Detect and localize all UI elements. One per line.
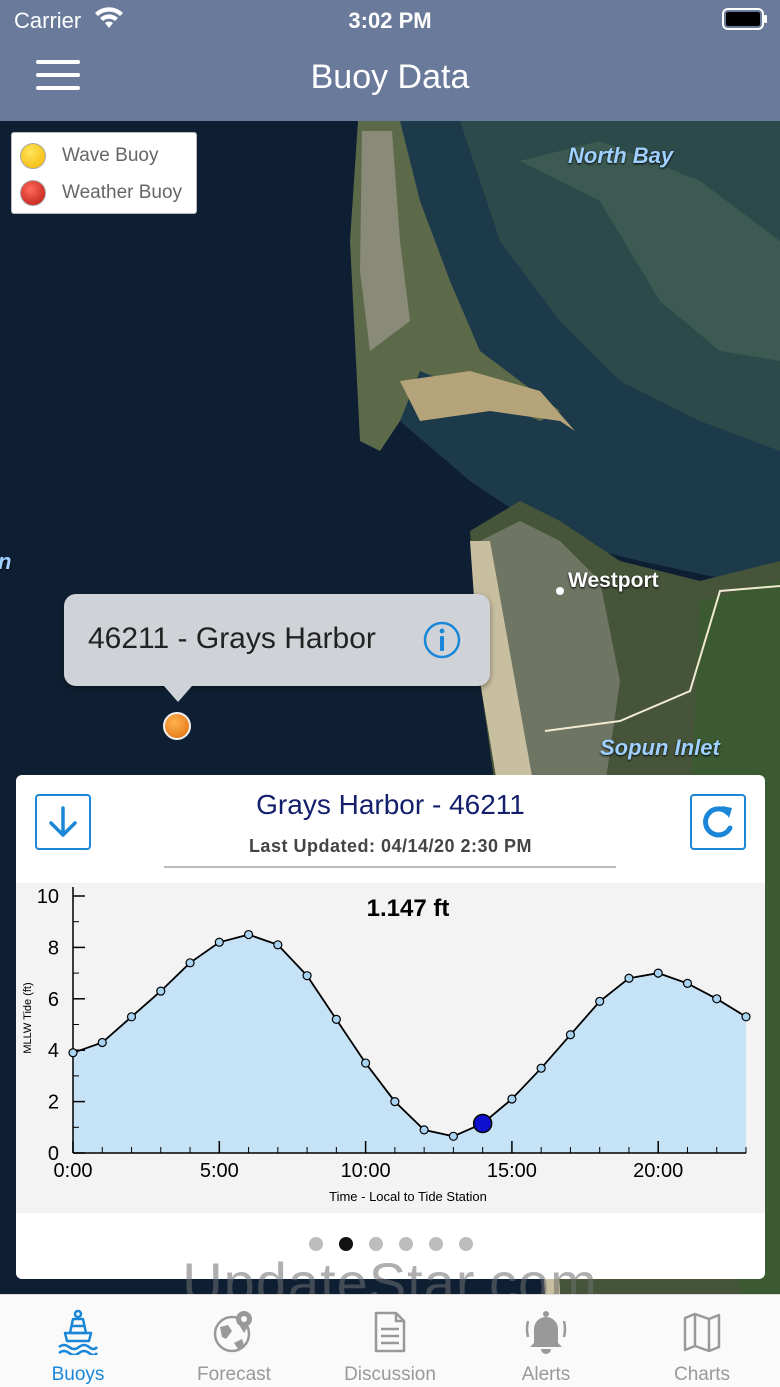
tab-forecast[interactable]: Forecast [156,1295,312,1387]
map-label-north-bay: North Bay [568,143,674,168]
tab-bar: Buoys Forecast Discussion Alerts Charts [0,1294,780,1387]
tide-point [565,1030,576,1040]
battery-icon [722,8,767,30]
tide-point [712,994,722,1004]
page-indicator[interactable] [16,1237,765,1251]
legend-label: Wave Buoy [62,145,159,166]
y-tick-label: 4 [48,1040,59,1062]
tide-chart: 0246810 0:00 5:00 10:00 15:00 20:00 1.147 ft… [16,883,765,1213]
x-tick-label: 5:00 [200,1160,239,1182]
tab-label: Alerts [521,1364,571,1385]
y-tick-label: 8 [48,937,59,959]
map-label-sopun-inlet: Sopun Inlet [600,735,720,760]
tide-point [361,1058,371,1068]
tab-label: Buoys [51,1364,105,1385]
page-dot[interactable] [398,1237,413,1251]
y-tick-label: 6 [48,989,59,1011]
tide-point [273,940,283,950]
page-dot[interactable] [458,1237,473,1251]
x-tick-label: 0:00 [54,1160,93,1182]
refresh-icon [703,806,733,838]
tab-alerts[interactable]: Alerts [468,1295,624,1387]
y-axis-label: MLLW Tide (ft) [22,982,34,1053]
globe-pin-icon [213,1311,252,1353]
tide-point [419,1125,429,1135]
callout-title: 46211 - Grays Harbor [88,622,376,655]
y-tick-label: 10 [37,886,59,908]
weather-buoy-marker-icon [20,180,46,206]
tab-discussion[interactable]: Discussion [312,1295,468,1387]
tide-point [390,1097,400,1107]
map-label-westport: Westport [568,569,659,592]
card-title: Grays Harbor - 46211 [256,789,525,820]
x-tick-label: 10:00 [341,1160,391,1182]
tide-point [507,1094,517,1104]
tab-buoys[interactable]: Buoys [0,1295,156,1387]
tide-point [126,1012,137,1022]
tide-point [536,1063,546,1073]
page-dot[interactable] [338,1237,353,1251]
legend-label: Weather Buoy [62,182,183,203]
current-tide-point [472,1113,493,1134]
page-dot[interactable] [428,1237,443,1251]
buoy-marker-46211[interactable] [163,712,191,740]
page-dot[interactable] [368,1237,383,1251]
tide-point [331,1014,341,1024]
tab-label: Discussion [344,1364,436,1385]
map-icon [683,1312,721,1353]
tide-point [624,973,634,983]
x-tick-label: 20:00 [633,1160,683,1182]
tide-point [595,996,605,1006]
tab-label: Charts [674,1364,730,1385]
wave-buoy-marker-icon [20,143,46,169]
tide-point [156,986,166,996]
tide-point [448,1131,458,1141]
tide-point [653,968,663,978]
legend-item-weather-buoy: Weather Buoy [20,178,182,208]
chart-title: 1.147 ft [367,895,450,922]
bell-icon [525,1311,567,1354]
page-dot[interactable] [308,1237,323,1251]
tide-point [682,978,693,988]
tide-point [243,929,254,940]
tide-point [68,1048,78,1058]
tide-point [185,958,195,968]
page-title: Buoy Data [310,58,470,96]
info-icon[interactable] [422,620,462,660]
divider [164,866,616,868]
map-legend: Wave Buoy Weather Buoy [11,132,197,214]
tide-point [97,1037,107,1048]
refresh-button[interactable] [690,794,746,850]
tide-point [302,971,312,981]
document-icon [374,1311,406,1353]
y-tick-label: 2 [48,1092,59,1114]
tab-label: Forecast [197,1364,271,1385]
status-time: 3:02 PM [348,8,432,33]
x-tick-label: 15:00 [487,1160,537,1182]
buoy-icon [58,1309,98,1355]
last-updated: Last Updated: 04/14/20 2:30 PM [248,836,533,856]
map-label-edge: n [0,549,11,575]
x-axis-label: Time - Local to Tide Station [329,1189,487,1204]
tide-point [741,1012,751,1022]
buoy-detail-card: Grays Harbor - 46211 Last Updated: 04/14… [16,775,765,1279]
top-bar: Carrier 3:02 PM Buoy Data [0,0,780,121]
legend-item-wave-buoy: Wave Buoy [20,141,158,171]
tab-charts[interactable]: Charts [624,1295,780,1387]
tide-point [214,937,224,947]
